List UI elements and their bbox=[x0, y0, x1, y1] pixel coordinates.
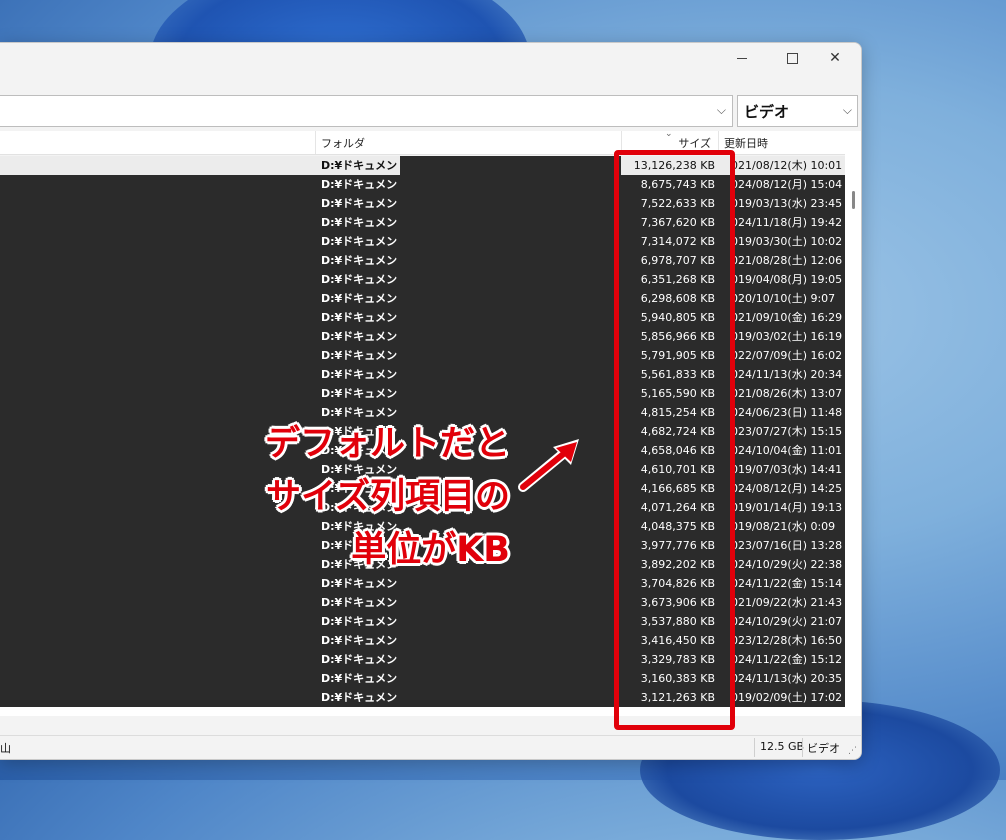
redaction-block bbox=[400, 232, 621, 251]
redaction-block bbox=[400, 669, 621, 688]
cell-date: 021/09/22(水) 21:43 bbox=[731, 596, 843, 609]
cell-date: 024/06/23(日) 11:48 bbox=[731, 406, 843, 419]
status-filter-type: ビデオ bbox=[807, 742, 840, 755]
maximize-icon bbox=[786, 52, 798, 64]
redaction-block bbox=[400, 194, 621, 213]
cell-date: 024/08/12(月) 15:04 bbox=[731, 178, 843, 191]
redaction-block bbox=[400, 612, 621, 631]
redaction-block bbox=[400, 308, 621, 327]
annotation-line: デフォルトだと bbox=[264, 424, 510, 464]
cell-date: 023/12/28(木) 16:50 bbox=[731, 634, 843, 647]
redaction-block bbox=[400, 175, 621, 194]
annotation-line: 単位がKB bbox=[351, 530, 510, 570]
status-text: 山 bbox=[0, 742, 11, 755]
cell-date: 023/07/27(木) 15:15 bbox=[731, 425, 843, 438]
cell-date: 022/07/09(土) 16:02 bbox=[731, 349, 843, 362]
redaction-block bbox=[400, 365, 621, 384]
chevron-down-icon: ⌵ bbox=[842, 103, 852, 117]
cell-date: 019/03/02(土) 16:19 bbox=[731, 330, 843, 343]
cell-date: 021/08/12(木) 10:01 bbox=[731, 159, 843, 172]
status-divider bbox=[754, 738, 755, 757]
annotation-callout: デフォルトだと サイズ列項目の 単位がKB bbox=[210, 418, 510, 577]
cell-date: 024/10/04(金) 11:01 bbox=[731, 444, 843, 457]
cell-date: 021/08/28(土) 12:06 bbox=[731, 254, 843, 267]
cell-date: 023/07/16(日) 13:28 bbox=[731, 539, 843, 552]
close-button[interactable]: ✕ bbox=[812, 43, 858, 73]
cell-date: 020/10/10(土) 9:07 bbox=[731, 292, 836, 305]
annotation-line: サイズ列項目の bbox=[266, 477, 510, 517]
search-input[interactable]: ⌵ bbox=[0, 95, 733, 127]
cell-date: 019/03/30(土) 10:02 bbox=[731, 235, 843, 248]
cell-date: 021/08/26(木) 13:07 bbox=[731, 387, 843, 400]
chevron-down-icon[interactable]: ⌵ bbox=[717, 103, 726, 118]
filter-select[interactable]: ビデオ ⌵ bbox=[737, 95, 858, 127]
redaction-block bbox=[400, 631, 621, 650]
redaction-block bbox=[400, 327, 621, 346]
maximize-button[interactable] bbox=[769, 43, 815, 73]
status-total-size: 12.5 GB bbox=[760, 740, 805, 753]
cell-date: 019/07/03(水) 14:41 bbox=[731, 463, 843, 476]
cell-date: 019/02/09(土) 17:02 bbox=[731, 691, 843, 704]
cell-date: 024/11/22(金) 15:12 bbox=[731, 653, 843, 666]
close-icon: ✕ bbox=[829, 50, 841, 66]
size-column-highlight bbox=[614, 150, 735, 730]
cell-date: 024/11/18(月) 19:42 bbox=[731, 216, 843, 229]
cell-date: 019/04/08(月) 19:05 bbox=[731, 273, 843, 286]
cell-date: 024/11/13(水) 20:35 bbox=[731, 672, 843, 685]
cell-date: 024/08/12(月) 14:25 bbox=[731, 482, 843, 495]
cell-date: 019/03/13(水) 23:45 bbox=[731, 197, 843, 210]
cell-date: 019/08/21(水) 0:09 bbox=[731, 520, 836, 533]
redaction-block bbox=[400, 251, 621, 270]
title-bar: ✕ bbox=[0, 43, 861, 73]
cell-date: 024/11/13(水) 20:34 bbox=[731, 368, 843, 381]
cell-date: 024/10/29(火) 21:07 bbox=[731, 615, 843, 628]
redaction-block bbox=[400, 384, 621, 403]
status-bar: 山 12.5 GB ビデオ ⋰ bbox=[0, 735, 861, 759]
minimize-button[interactable] bbox=[719, 43, 765, 73]
annotation-arrow-icon bbox=[518, 439, 579, 492]
redaction-block bbox=[400, 593, 621, 612]
scrollbar-thumb[interactable] bbox=[852, 191, 855, 209]
toolbar: ⌵ ビデオ ⌵ bbox=[0, 73, 861, 129]
redaction-block bbox=[400, 270, 621, 289]
cell-date: 019/01/14(月) 19:13 bbox=[731, 501, 843, 514]
vertical-scrollbar[interactable] bbox=[845, 131, 861, 716]
redaction-block bbox=[400, 289, 621, 308]
column-divider[interactable] bbox=[315, 131, 316, 154]
redaction-block bbox=[400, 346, 621, 365]
filter-value: ビデオ bbox=[744, 103, 790, 121]
cell-date: 021/09/10(金) 16:29 bbox=[731, 311, 843, 324]
status-divider bbox=[802, 738, 803, 757]
resize-grip-icon[interactable]: ⋰ bbox=[848, 746, 857, 756]
cell-date: 024/11/22(金) 15:14 bbox=[731, 577, 843, 590]
redaction-block bbox=[400, 156, 621, 175]
column-folder[interactable]: フォルダ bbox=[321, 131, 365, 154]
minimize-icon bbox=[737, 57, 747, 59]
redaction-block bbox=[400, 213, 621, 232]
cell-date: 024/10/29(火) 22:38 bbox=[731, 558, 843, 571]
redaction-block bbox=[400, 688, 621, 707]
redaction-block bbox=[400, 650, 621, 669]
